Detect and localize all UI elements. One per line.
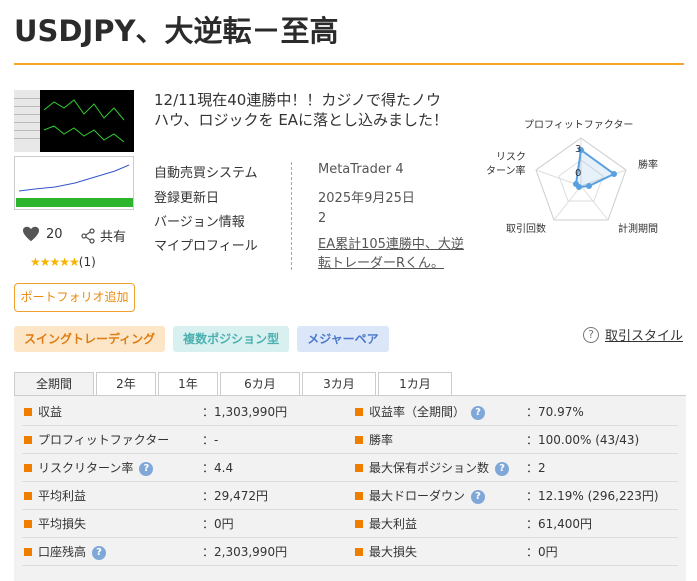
tab-6m[interactable]: 6カ月	[220, 372, 300, 396]
stat-value: ：12.19% (296,223円)	[526, 489, 659, 503]
profile-link[interactable]: EA累計105連勝中、大逆 転トレーダーRくん。	[318, 235, 464, 273]
stat-right: 最大利益 ：61,400円	[355, 510, 592, 538]
stat-label: 最大利益	[369, 517, 418, 531]
stat-label: 勝率	[369, 433, 394, 447]
stat-right: 最大保有ポジション数? ：2	[355, 454, 546, 482]
period-tabs: 全期間 2年 1年 6カ月 3カ月 1カ月	[14, 372, 454, 396]
stat-left: リスクリターン率? ：4.4	[24, 454, 233, 482]
stat-label: 口座残高	[38, 545, 87, 559]
help-icon[interactable]: ?	[139, 462, 154, 476]
title-divider	[14, 63, 684, 65]
share-icon	[81, 227, 95, 244]
tag-list: スイングトレーディング 複数ポジション型 メジャーペア	[14, 326, 397, 352]
page-title: USDJPY、大逆転－至高	[14, 14, 339, 48]
stat-left: 平均損失 ：0円	[24, 510, 234, 538]
stat-right: 勝率 ：100.00% (43/43)	[355, 426, 639, 454]
stat-label: 平均損失	[38, 517, 87, 531]
stat-value: ：100.00% (43/43)	[526, 433, 640, 447]
stat-value: ：29,472円	[202, 489, 268, 503]
stat-value: ：61,400円	[526, 517, 592, 531]
stat-left: プロフィットファクター ：-	[24, 426, 218, 454]
stat-value: ：0円	[202, 517, 234, 531]
tag-major-pair[interactable]: メジャーペア	[297, 326, 389, 352]
stat-value: ：2,303,990円	[202, 545, 288, 559]
stat-value: ：0円	[526, 545, 558, 559]
radar-label-period: 計測期間	[618, 224, 658, 235]
radar-tick-outer: 3	[575, 144, 582, 155]
radar-label-risk-1: リスク	[496, 152, 526, 163]
radar-label-pf: プロフィットファクター	[524, 120, 634, 131]
like-button[interactable]: 20	[22, 226, 63, 242]
radar-tick-inner: 0	[575, 168, 582, 179]
stat-label: 平均利益	[38, 489, 87, 503]
heart-icon	[23, 226, 39, 242]
stat-label: 収益率（全期間）	[369, 405, 466, 419]
stat-left: 収益 ：1,303,990円	[24, 398, 287, 426]
stat-right: 最大損失 ：0円	[355, 538, 558, 566]
tab-1m[interactable]: 1カ月	[378, 372, 452, 396]
ea-description: 12/11現在40連勝中！！カジノで得たノウハウ、ロジックを EAに落とし込みま…	[154, 91, 449, 129]
rating-count: (1)	[78, 255, 96, 269]
stat-value: ：4.4	[202, 461, 234, 475]
radar-label-trades: 取引回数	[506, 224, 546, 235]
stat-value: ：-	[202, 433, 219, 447]
share-label: 共有	[100, 230, 127, 245]
rating[interactable]: ★★★★★(1)	[30, 255, 96, 269]
like-count: 20	[46, 226, 63, 242]
stat-right: 収益率（全期間）? ：70.97%	[355, 398, 584, 426]
help-icon[interactable]: ?	[92, 546, 107, 560]
chart-screenshot	[14, 90, 134, 152]
stat-value: ：1,303,990円	[202, 405, 288, 419]
info-label-version: バージョン情報	[154, 215, 245, 230]
info-label-updated: 登録更新日	[154, 191, 220, 206]
share-button[interactable]: 共有	[80, 226, 126, 245]
profile-link-line2[interactable]: 転トレーダーRくん。	[318, 256, 444, 271]
stat-label: 最大ドローダウン	[369, 489, 466, 503]
info-value-system: MetaTrader 4	[318, 162, 404, 177]
question-icon: ?	[583, 326, 599, 343]
help-icon[interactable]: ?	[471, 406, 486, 420]
radar-label-risk-2: ターン率	[486, 166, 526, 177]
tab-all[interactable]: 全期間	[14, 372, 94, 396]
stat-label: プロフィットファクター	[38, 433, 170, 447]
trade-style-link[interactable]: ? 取引スタイル	[583, 325, 683, 344]
ea-thumbnail[interactable]	[14, 90, 134, 210]
stat-right: 最大ドローダウン? ：12.19% (296,223円)	[355, 482, 659, 510]
radar-label-win: 勝率	[638, 160, 658, 171]
equity-curve-image	[14, 156, 134, 210]
stat-label: リスクリターン率	[38, 461, 134, 475]
profile-link-line1[interactable]: EA累計105連勝中、大逆	[318, 237, 464, 252]
tag-multi-position[interactable]: 複数ポジション型	[173, 326, 290, 352]
stat-label: 最大保有ポジション数	[369, 461, 490, 475]
stat-left: 口座残高? ：2,303,990円	[24, 538, 287, 566]
stat-label: 収益	[38, 405, 63, 419]
stat-left: 平均利益 ：29,472円	[24, 482, 268, 510]
info-value-version: 2	[318, 211, 327, 226]
info-label-profile: マイプロフィール	[154, 239, 258, 254]
help-icon[interactable]: ?	[495, 462, 510, 476]
info-label-system: 自動売買システム	[154, 166, 258, 181]
info-value-updated: 2025年9月25日	[318, 191, 415, 206]
help-icon[interactable]: ?	[471, 490, 486, 504]
stats-panel: 収益 ：1,303,990円 プロフィットファクター ：- リスクリターン率? ：4.…	[14, 396, 686, 581]
stat-value: ：70.97%	[526, 405, 584, 419]
tag-swing[interactable]: スイングトレーディング	[14, 326, 166, 352]
stat-label: 最大損失	[369, 545, 418, 559]
tab-2y[interactable]: 2年	[96, 372, 156, 396]
add-portfolio-button[interactable]: ポートフォリオ追加	[14, 283, 135, 312]
tab-1y[interactable]: 1年	[158, 372, 218, 396]
tab-3m[interactable]: 3カ月	[302, 372, 376, 396]
stat-value: ：2	[526, 461, 546, 475]
trade-style-label[interactable]: 取引スタイル	[605, 325, 683, 344]
radar-chart: プロフィットファクター 勝率 リスク ターン率 取引回数 計測期間 3 0	[476, 108, 686, 238]
star-rating-icon: ★★★★★	[30, 255, 80, 269]
